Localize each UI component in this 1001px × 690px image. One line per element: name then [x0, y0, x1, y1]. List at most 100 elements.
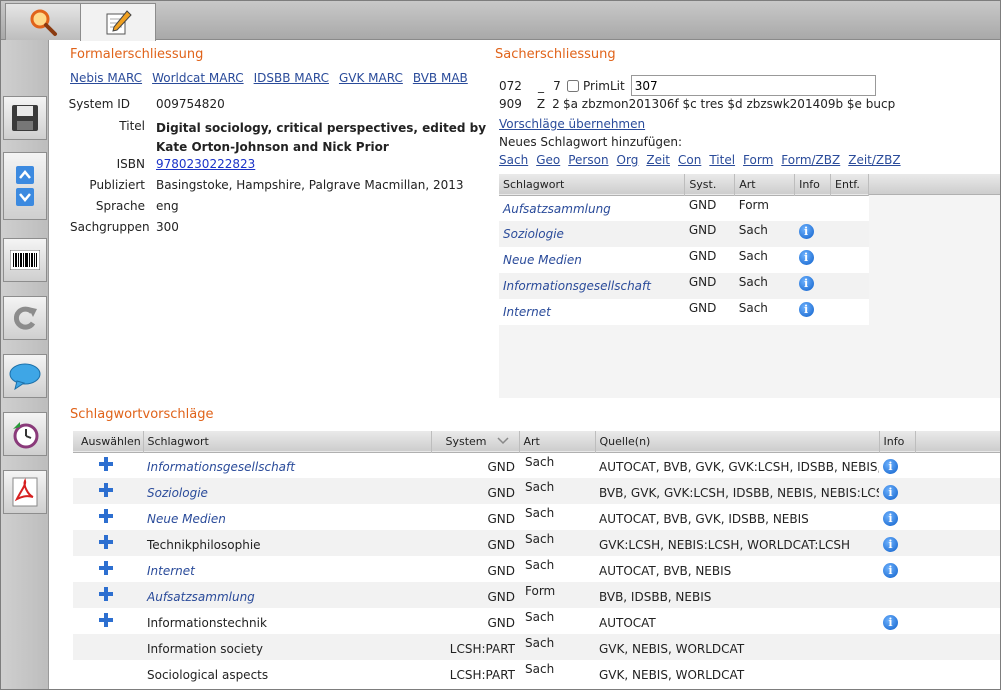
- add-icon[interactable]: [99, 482, 113, 497]
- add-form-link[interactable]: Form: [743, 153, 773, 167]
- subject-term[interactable]: Soziologie: [499, 221, 685, 247]
- subject-remove-cell[interactable]: [831, 299, 869, 325]
- add-titel-link[interactable]: Titel: [709, 153, 735, 167]
- add-zeit-link[interactable]: Zeit: [646, 153, 670, 167]
- link-nebis-marc[interactable]: Nebis MARC: [70, 71, 142, 85]
- subject-term-text[interactable]: Neue Medien: [503, 253, 582, 267]
- suggestion-term[interactable]: Aufsatzsammlung: [147, 590, 255, 604]
- suggestion-term[interactable]: Soziologie: [147, 486, 208, 500]
- suggestion-sources-text: AUTOCAT, BVB, GVK, IDSBB, NEBIS: [599, 512, 809, 526]
- suggestion-system: GND: [487, 538, 515, 552]
- subject-table: Schlagwort Syst. Art Info Entf. Aufsatzs…: [499, 174, 869, 325]
- suggestion-filler: [915, 660, 1000, 686]
- subject-remove-cell[interactable]: [831, 247, 869, 273]
- history-button[interactable]: [3, 412, 47, 456]
- add-zeit-zbz-link[interactable]: Zeit/ZBZ: [848, 153, 900, 167]
- suggestion-row: Technikphilosophie GND Sach GVK:LCSH, NEBIS…: [73, 530, 1000, 556]
- arrow-down-icon[interactable]: [16, 188, 34, 206]
- add-person-link[interactable]: Person: [568, 153, 608, 167]
- info-icon[interactable]: i: [883, 563, 898, 578]
- col-system[interactable]: System: [431, 431, 520, 452]
- navigation-buttons: [3, 152, 47, 220]
- barcode-button[interactable]: [3, 238, 47, 282]
- save-button[interactable]: [3, 96, 47, 140]
- add-geo-link[interactable]: Geo: [536, 153, 560, 167]
- col-syst[interactable]: Syst.: [684, 174, 736, 195]
- info-icon[interactable]: i: [798, 302, 814, 317]
- field-072-input[interactable]: [630, 75, 876, 96]
- suggestion-sources: GVK, NEBIS, WORLDCAT: [595, 660, 879, 686]
- suggestion-info-cell: i: [879, 478, 915, 504]
- add-sach-link[interactable]: Sach: [499, 153, 528, 167]
- suggestion-art: Sach: [525, 636, 555, 650]
- col-schlagwort[interactable]: Schlagwort: [499, 174, 686, 195]
- add-form-zbz-link[interactable]: Form/ZBZ: [781, 153, 840, 167]
- col-vorschlag-art[interactable]: Art: [519, 431, 596, 452]
- link-worldcat-marc[interactable]: Worldcat MARC: [152, 71, 244, 85]
- subject-term-text[interactable]: Soziologie: [503, 227, 564, 241]
- link-idsbb-marc[interactable]: IDSBB MARC: [254, 71, 329, 85]
- arrow-up-icon[interactable]: [16, 166, 34, 184]
- link-bvb-mab[interactable]: BVB MAB: [413, 71, 468, 85]
- subject-term-text[interactable]: Internet: [503, 305, 551, 319]
- tab-edit[interactable]: [80, 3, 156, 41]
- subject-row: Informationsgesellschaft GND Sach i: [499, 273, 869, 299]
- col-art[interactable]: Art: [734, 174, 796, 195]
- new-subject-links: Sach Geo Person Org Zeit Con Titel Form …: [499, 153, 901, 167]
- subject-term-text[interactable]: Aufsatzsammlung: [503, 202, 611, 216]
- pdf-button[interactable]: [3, 470, 47, 514]
- col-auswaehlen[interactable]: Auswählen: [73, 431, 144, 452]
- add-icon[interactable]: [99, 508, 113, 523]
- suggestion-sources: AUTOCAT, BVB, GVK, IDSBB, NEBIS: [595, 504, 879, 530]
- col-entf[interactable]: Entf.: [830, 174, 869, 195]
- add-icon[interactable]: [99, 456, 113, 471]
- subject-remove-cell[interactable]: [831, 273, 869, 299]
- add-icon[interactable]: [99, 534, 113, 549]
- add-icon[interactable]: [99, 586, 113, 601]
- col-vorschlag-info[interactable]: Info: [879, 431, 916, 452]
- info-icon[interactable]: i: [883, 485, 898, 500]
- info-icon[interactable]: i: [798, 276, 814, 291]
- subject-syst: GND: [688, 223, 717, 237]
- add-org-link[interactable]: Org: [617, 153, 639, 167]
- col-vorschlag-schlagwort[interactable]: Schlagwort: [143, 431, 432, 452]
- info-icon[interactable]: i: [798, 224, 814, 239]
- tab-search[interactable]: [5, 3, 81, 40]
- isbn-link[interactable]: 9780230222823: [156, 157, 255, 171]
- add-con-link[interactable]: Con: [678, 153, 701, 167]
- suggestion-sources: AUTOCAT: [595, 608, 879, 634]
- comment-button[interactable]: [3, 354, 47, 398]
- info-icon[interactable]: i: [883, 537, 898, 552]
- field-072-ind2: 7: [553, 78, 561, 93]
- subject-row: Internet GND Sach i: [499, 299, 869, 325]
- add-icon[interactable]: [99, 612, 113, 627]
- subject-term-text[interactable]: Informationsgesellschaft: [503, 279, 651, 293]
- subject-term[interactable]: Internet: [499, 299, 685, 325]
- add-icon[interactable]: [99, 560, 113, 575]
- col-quellen[interactable]: Quelle(n): [595, 431, 880, 452]
- suggestion-art: Sach: [525, 480, 555, 494]
- subject-term[interactable]: Neue Medien: [499, 247, 685, 273]
- suggestion-system: GND: [487, 590, 515, 604]
- primlit-checkbox[interactable]: [567, 79, 579, 92]
- suggestion-term[interactable]: Neue Medien: [147, 512, 226, 526]
- subject-term[interactable]: Informationsgesellschaft: [499, 273, 685, 299]
- suggestion-row: Internet GND Sach AUTOCAT, BVB, NEBIS i: [73, 556, 1000, 582]
- info-icon[interactable]: i: [883, 615, 898, 630]
- suggestion-term[interactable]: Internet: [147, 564, 195, 578]
- info-icon[interactable]: i: [798, 250, 814, 265]
- subject-remove-cell[interactable]: [831, 195, 869, 221]
- info-icon[interactable]: i: [883, 511, 898, 526]
- field-label-titel: Titel: [119, 119, 145, 133]
- accept-suggestions-link[interactable]: Vorschläge übernehmen: [499, 117, 645, 131]
- subject-remove-cell[interactable]: [831, 221, 869, 247]
- info-icon[interactable]: i: [883, 459, 898, 475]
- subject-art: Sach: [738, 275, 768, 289]
- subject-term[interactable]: Aufsatzsammlung: [499, 195, 685, 221]
- col-info[interactable]: Info: [794, 174, 832, 195]
- reload-button[interactable]: [3, 296, 47, 340]
- suggestion-term[interactable]: Informationsgesellschaft: [147, 460, 295, 474]
- suggestion-art: Form: [525, 584, 556, 598]
- suggestion-info-cell: [879, 582, 915, 608]
- link-gvk-marc[interactable]: GVK MARC: [339, 71, 403, 85]
